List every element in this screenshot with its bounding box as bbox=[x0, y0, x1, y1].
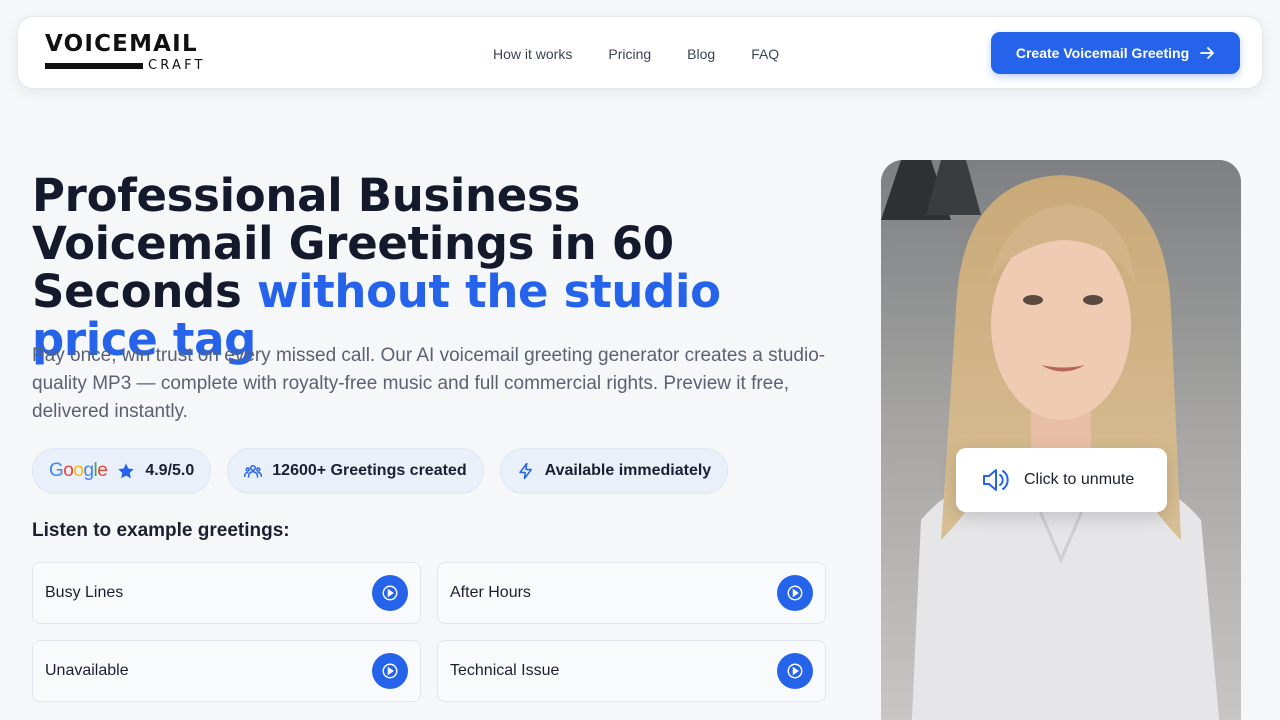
google-letter-g: G bbox=[49, 460, 64, 481]
logo-wordmark: VOICEMAIL bbox=[45, 31, 198, 57]
users-icon bbox=[244, 465, 263, 478]
presenter-video-frame bbox=[881, 160, 1241, 720]
arrow-right-icon bbox=[1200, 47, 1215, 59]
play-icon bbox=[382, 585, 398, 601]
unmute-button[interactable]: Click to unmute bbox=[956, 448, 1167, 512]
nav-faq[interactable]: FAQ bbox=[751, 45, 779, 63]
site-header: VOICEMAIL CRAFT How it works Pricing Blo… bbox=[17, 16, 1263, 89]
rating-badge: Google 4.9/5.0 bbox=[32, 448, 212, 494]
example-card-busy-lines[interactable]: Busy Lines bbox=[32, 562, 421, 624]
example-card-unavailable[interactable]: Unavailable bbox=[32, 640, 421, 702]
google-letter-o1: o bbox=[63, 460, 74, 481]
play-button[interactable] bbox=[777, 653, 813, 689]
star-icon bbox=[118, 463, 135, 479]
example-label: Unavailable bbox=[45, 662, 129, 679]
greetings-count: 12600+ Greetings created bbox=[272, 462, 467, 479]
unmute-label: Click to unmute bbox=[1024, 471, 1135, 488]
example-label: Busy Lines bbox=[45, 584, 124, 601]
play-button[interactable] bbox=[777, 575, 813, 611]
nav-blog[interactable]: Blog bbox=[687, 45, 715, 63]
examples-heading: Listen to example greetings: bbox=[32, 520, 290, 541]
play-button[interactable] bbox=[372, 653, 408, 689]
main-nav: How it works Pricing Blog FAQ bbox=[493, 45, 815, 63]
speaker-icon bbox=[983, 469, 1009, 491]
logo-bar bbox=[45, 63, 143, 69]
google-letter-e: e bbox=[97, 460, 108, 481]
availability-badge: Available immediately bbox=[499, 448, 729, 494]
create-greeting-button[interactable]: Create Voicemail Greeting bbox=[991, 32, 1240, 74]
play-icon bbox=[787, 585, 803, 601]
lightning-icon bbox=[518, 462, 532, 480]
play-icon bbox=[382, 663, 398, 679]
rating-value: 4.9/5.0 bbox=[145, 462, 195, 479]
example-label: Technical Issue bbox=[450, 662, 560, 679]
example-card-technical-issue[interactable]: Technical Issue bbox=[437, 640, 826, 702]
logo[interactable]: VOICEMAIL CRAFT bbox=[45, 31, 217, 75]
play-icon bbox=[787, 663, 803, 679]
video-player[interactable]: Click to unmute bbox=[881, 160, 1241, 720]
play-button[interactable] bbox=[372, 575, 408, 611]
google-letter-g2: g bbox=[83, 460, 94, 481]
logo-subtitle: CRAFT bbox=[148, 58, 206, 73]
nav-how-it-works[interactable]: How it works bbox=[493, 45, 572, 63]
google-logo: Google bbox=[49, 460, 108, 482]
availability-text: Available immediately bbox=[544, 462, 712, 479]
greetings-count-badge: 12600+ Greetings created bbox=[227, 448, 484, 494]
google-letter-o2: o bbox=[73, 460, 84, 481]
example-card-after-hours[interactable]: After Hours bbox=[437, 562, 826, 624]
trust-badges: Google 4.9/5.0 12600+ Greetings created … bbox=[32, 448, 729, 494]
create-greeting-label: Create Voicemail Greeting bbox=[1015, 45, 1190, 61]
nav-pricing[interactable]: Pricing bbox=[608, 45, 651, 63]
hero-headline: Professional Business Voicemail Greeting… bbox=[32, 172, 832, 364]
hero-subtitle: Pay once, win trust on every missed call… bbox=[32, 345, 826, 422]
example-label: After Hours bbox=[450, 584, 531, 601]
